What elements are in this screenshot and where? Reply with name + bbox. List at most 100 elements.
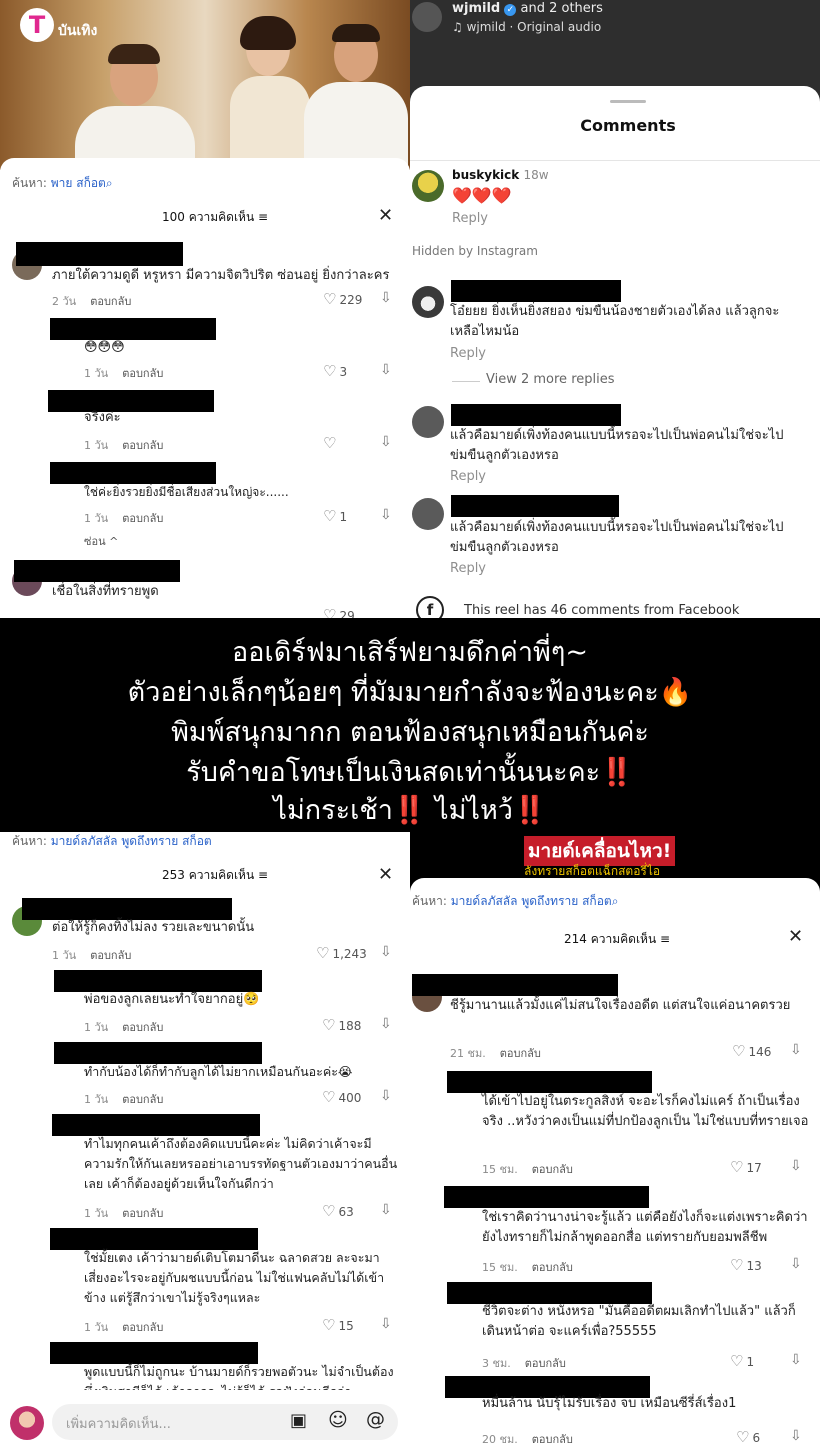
comment-meta: 2 วัน ตอบกลับ	[52, 295, 132, 308]
reply-button[interactable]: ตอบกลับ	[122, 367, 163, 380]
dislike-icon[interactable]: ⇩	[790, 1428, 802, 1444]
avatar[interactable]	[412, 406, 444, 438]
close-icon[interactable]: ✕	[378, 205, 393, 226]
dislike-icon[interactable]: ⇩	[790, 1352, 802, 1368]
comment-sheet	[0, 158, 410, 620]
reply-button[interactable]: Reply	[450, 346, 486, 361]
avatar[interactable]	[412, 498, 444, 530]
like-button[interactable]: ♡	[323, 434, 339, 452]
search-term[interactable]: พาย สก็อต	[51, 176, 106, 190]
reply-button[interactable]: ตอบกลับ	[525, 1357, 566, 1370]
hide-replies-button[interactable]: ซ่อน ^	[84, 532, 118, 550]
reply-button[interactable]: ตอบกลับ	[122, 1321, 163, 1334]
heart-icon: ♡	[322, 1016, 336, 1034]
heart-icon: ♡	[322, 1316, 336, 1334]
comment-text: ชีวิตจะต่าง หนังหรอ "มันคืออดีตผมเลิกทำไ…	[482, 1304, 796, 1339]
like-button[interactable]: ♡ 6	[736, 1428, 760, 1446]
comment-text: เชื่อในสิ่งที่ทรายพูด	[52, 584, 159, 599]
sort-icon[interactable]: ≡	[258, 210, 268, 224]
sort-icon[interactable]: ≡	[660, 932, 670, 946]
like-button[interactable]: ♡ 1	[730, 1352, 754, 1370]
reply-button[interactable]: Reply	[450, 469, 486, 484]
reply-button[interactable]: ตอบกลับ	[122, 1093, 163, 1106]
comment-meta: 1 วัน ตอบกลับ	[84, 1093, 164, 1106]
like-button[interactable]: ♡ 15	[322, 1316, 354, 1334]
comment-meta: 21 ชม. ตอบกลับ	[450, 1047, 541, 1060]
like-button[interactable]: ♡ 1	[323, 507, 347, 525]
close-icon[interactable]: ✕	[378, 864, 393, 885]
view-more-replies[interactable]: View 2 more replies	[486, 372, 615, 387]
comment-text: ต่อให้รู้ก็คงทิ้งไม่ลง รวยเละขนาดนั้น	[52, 920, 255, 935]
reply-button[interactable]: ตอบกลับ	[500, 1047, 541, 1060]
heart-icon: ♡	[730, 1256, 744, 1274]
reply-button[interactable]: ตอบกลับ	[122, 439, 163, 452]
search-bar[interactable]: ค้นหา: มายด์ลภัสลัล พูดถึงทราย สก็อต	[12, 832, 212, 851]
like-button[interactable]: ♡ 3	[323, 362, 347, 380]
reply-button[interactable]: ตอบกลับ	[90, 949, 131, 962]
dislike-icon[interactable]: ⇩	[380, 944, 392, 960]
comment-count-header: 100 ความคิดเห็น ≡	[162, 210, 269, 224]
comment-input[interactable]: เพิ่มความคิดเห็น... ▣ ☺ @	[52, 1404, 398, 1440]
search-icon: ⌕	[105, 176, 113, 190]
like-button[interactable]: ♡ 63	[322, 1202, 354, 1220]
search-bar[interactable]: ค้นหา: พาย สก็อต⌕	[12, 174, 113, 193]
search-icon: ⌕	[611, 894, 619, 908]
comment-username[interactable]: buskykick 18w	[452, 168, 549, 182]
dislike-icon[interactable]: ⇩	[790, 1256, 802, 1272]
like-button[interactable]: ♡ 146	[732, 1042, 771, 1060]
avatar[interactable]	[412, 170, 444, 202]
dislike-icon[interactable]: ⇩	[380, 1088, 392, 1104]
search-term[interactable]: มายด์ลภัสลัล พูดถึงทราย สก็อต	[451, 894, 612, 908]
author-name[interactable]: wjmild	[452, 1, 500, 16]
reply-button[interactable]: ตอบกลับ	[122, 512, 163, 525]
comment-count-header: 253 ความคิดเห็น ≡	[162, 868, 269, 882]
bottom-right-panel: มายด์เคลื่อนไหว! ลังทรายสก็อตแฉ็กสตอรี่ไ…	[410, 832, 820, 1455]
like-button[interactable]: ♡ 17	[730, 1158, 762, 1176]
like-button[interactable]: ♡ 13	[730, 1256, 762, 1274]
search-prefix: ค้นหา:	[12, 834, 47, 848]
reply-button[interactable]: ตอบกลับ	[532, 1433, 573, 1446]
sort-icon[interactable]: ≡	[258, 868, 268, 882]
dislike-icon[interactable]: ⇩	[380, 1202, 392, 1218]
and-others-label[interactable]: and 2 others	[521, 1, 603, 16]
facebook-comments-note[interactable]: This reel has 46 comments from Facebook	[464, 603, 739, 618]
dislike-icon[interactable]: ⇩	[380, 290, 392, 306]
like-button[interactable]: ♡ 400	[322, 1088, 361, 1106]
mention-icon[interactable]: @	[366, 1408, 385, 1430]
drag-handle[interactable]	[610, 100, 646, 103]
dislike-icon[interactable]: ⇩	[790, 1042, 802, 1058]
comment-meta: 1 วัน ตอบกลับ	[84, 1021, 164, 1034]
dislike-icon[interactable]: ⇩	[380, 434, 392, 450]
like-button[interactable]: ♡ 229	[323, 290, 362, 308]
comment-text: พ่อของลูกเลยนะทำใจยากอยู่🥺	[84, 992, 260, 1007]
search-bar[interactable]: ค้นหา: มายด์ลภัสลัล พูดถึงทราย สก็อต⌕	[412, 892, 618, 911]
sticker-icon[interactable]: ☺	[328, 1409, 348, 1431]
reply-button[interactable]: ตอบกลับ	[532, 1163, 573, 1176]
reply-button[interactable]: ตอบกลับ	[122, 1021, 163, 1034]
heart-icon: ♡	[323, 434, 337, 452]
dislike-icon[interactable]: ⇩	[790, 1158, 802, 1174]
search-prefix: ค้นหา:	[412, 894, 447, 908]
like-button[interactable]: ♡ 188	[322, 1016, 361, 1034]
dislike-icon[interactable]: ⇩	[380, 362, 392, 378]
heart-icon: ♡	[322, 1088, 336, 1106]
author-avatar[interactable]	[412, 2, 442, 32]
reply-button[interactable]: ตอบกลับ	[532, 1261, 573, 1274]
comments-title: Comments	[580, 116, 676, 135]
dislike-icon[interactable]: ⇩	[380, 1016, 392, 1032]
reply-button[interactable]: ตอบกลับ	[90, 295, 131, 308]
reply-button[interactable]: Reply	[452, 211, 488, 226]
avatar[interactable]	[412, 286, 444, 318]
reply-button[interactable]: ตอบกลับ	[122, 1207, 163, 1220]
video-thumbnail[interactable]: T บันเทิง	[0, 0, 410, 176]
close-icon[interactable]: ✕	[788, 926, 803, 947]
audio-line[interactable]: ♫ wjmild · Original audio	[452, 20, 601, 34]
dislike-icon[interactable]: ⇩	[380, 1316, 392, 1332]
dislike-icon[interactable]: ⇩	[380, 507, 392, 523]
hidden-by-instagram-label[interactable]: Hidden by Instagram	[412, 244, 538, 258]
like-button[interactable]: ♡ 1,243	[316, 944, 367, 962]
search-term[interactable]: มายด์ลภัสลัล พูดถึงทราย สก็อต	[51, 834, 212, 848]
heart-icon: ♡	[322, 1202, 336, 1220]
image-icon[interactable]: ▣	[290, 1410, 307, 1431]
reply-button[interactable]: Reply	[450, 561, 486, 576]
